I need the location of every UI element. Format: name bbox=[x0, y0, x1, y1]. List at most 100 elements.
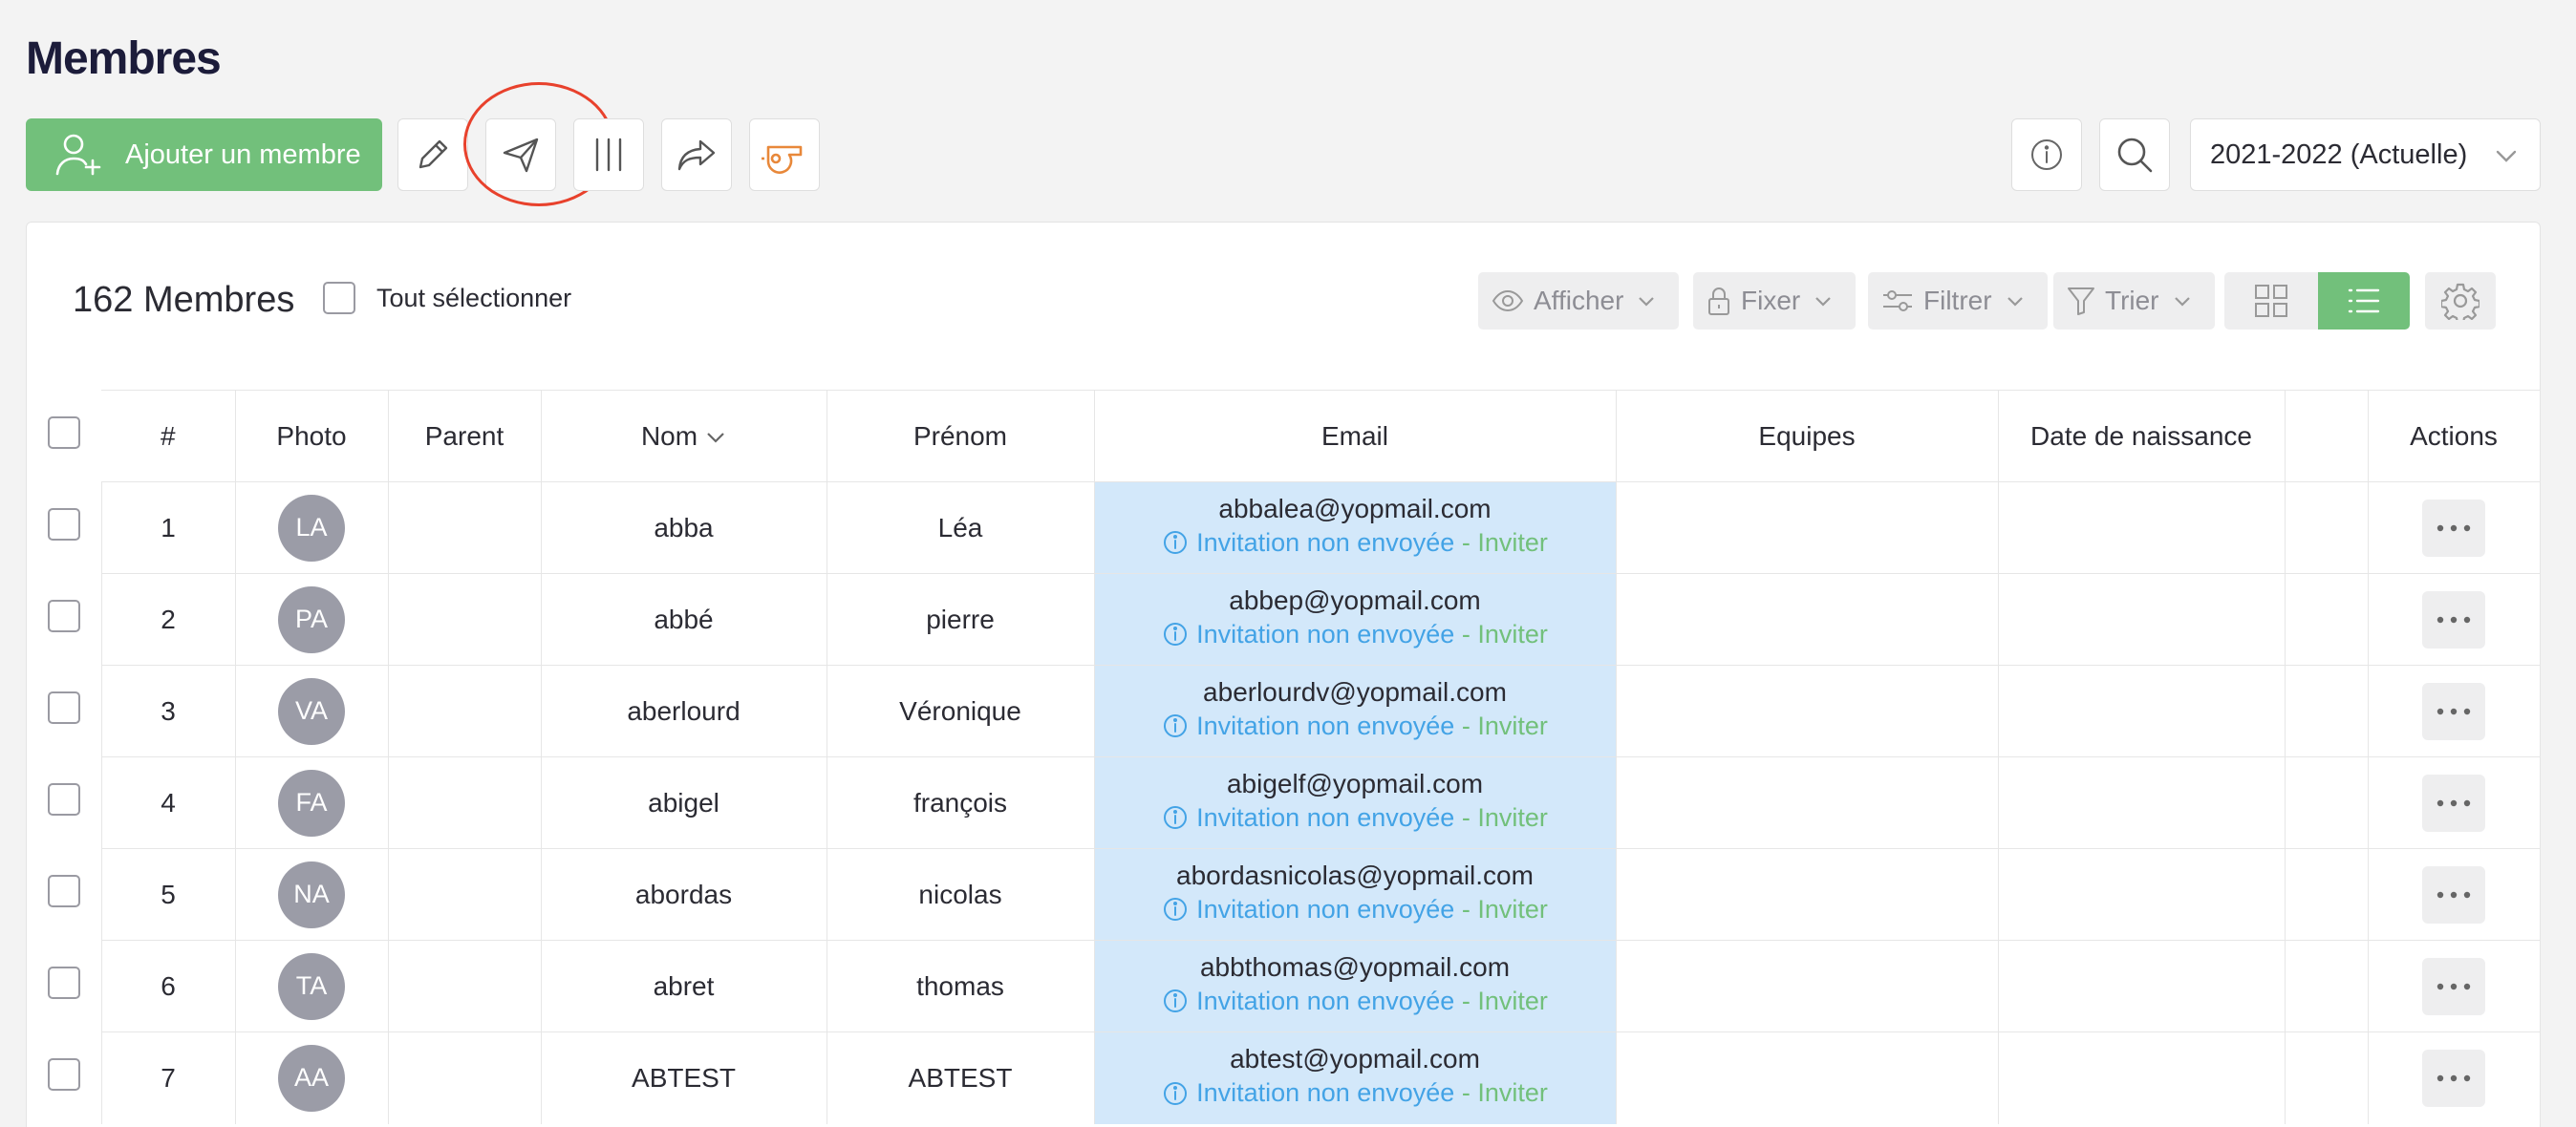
row-checkbox[interactable] bbox=[47, 967, 80, 999]
send-button[interactable] bbox=[485, 118, 556, 191]
row-checkbox[interactable] bbox=[47, 508, 80, 541]
row-parent bbox=[388, 848, 542, 941]
invite-link[interactable]: Inviter bbox=[1477, 711, 1548, 743]
columns-button[interactable] bbox=[573, 118, 644, 191]
email-address: aberlourdv@yopmail.com bbox=[1203, 676, 1507, 707]
search-button[interactable] bbox=[2099, 118, 2170, 191]
select-all[interactable]: Tout sélectionner bbox=[323, 282, 571, 314]
invite-link[interactable]: Inviter bbox=[1477, 619, 1548, 651]
avatar[interactable]: LA bbox=[278, 494, 345, 562]
header-actions: Actions bbox=[2367, 390, 2541, 482]
email-address: abtest@yopmail.com bbox=[1230, 1043, 1480, 1074]
header-nom[interactable]: Nom bbox=[541, 390, 827, 482]
row-checkbox[interactable] bbox=[47, 875, 80, 907]
info-button[interactable] bbox=[2011, 118, 2082, 191]
settings-button[interactable] bbox=[2425, 272, 2496, 330]
invitation-text: Invitation non envoyée bbox=[1196, 527, 1455, 557]
page-title: Membres bbox=[26, 33, 222, 84]
row-actions bbox=[2367, 940, 2541, 1032]
invitation-text: Invitation non envoyée bbox=[1196, 711, 1455, 740]
invitation-text: Invitation non envoyée bbox=[1196, 1077, 1455, 1107]
row-photo: AA bbox=[235, 1031, 389, 1124]
season-select[interactable]: 2021-2022 (Actuelle) bbox=[2190, 118, 2541, 191]
more-actions-button[interactable] bbox=[2422, 865, 2485, 924]
table-row[interactable]: 3 VA aberlourd Véronique aberlourdv@yopmail.… bbox=[27, 665, 2541, 757]
row-photo: VA bbox=[235, 665, 389, 757]
more-dots-icon bbox=[2436, 616, 2471, 623]
invite-link[interactable]: Inviter bbox=[1477, 1077, 1548, 1110]
row-checkbox-cell bbox=[27, 849, 101, 941]
avatar[interactable]: FA bbox=[278, 769, 345, 837]
show-dropdown[interactable]: Afficher bbox=[1478, 272, 1680, 330]
invite-link[interactable]: Inviter bbox=[1477, 527, 1548, 560]
header-parent[interactable]: Parent bbox=[388, 390, 542, 482]
header-email[interactable]: Email bbox=[1093, 390, 1617, 482]
pin-dropdown[interactable]: Fixer bbox=[1693, 272, 1857, 330]
more-dots-icon bbox=[2436, 524, 2471, 531]
edit-button[interactable] bbox=[397, 118, 468, 191]
row-photo: LA bbox=[235, 481, 389, 574]
list-view-button[interactable] bbox=[2318, 272, 2410, 330]
members-card: 162 Membres Tout sélectionner Afficher F… bbox=[26, 222, 2541, 1127]
table-row[interactable]: 6 TA abret thomas abbthomas@yopmail.com Invit… bbox=[27, 940, 2541, 1032]
more-dots-icon bbox=[2436, 891, 2471, 898]
row-nom: abigel bbox=[541, 756, 827, 849]
more-dots-icon bbox=[2436, 983, 2471, 989]
row-prenom: thomas bbox=[826, 940, 1095, 1032]
select-all-checkbox[interactable] bbox=[323, 282, 355, 314]
table-row[interactable]: 1 LA abba Léa abbalea@yopmail.com Invitation … bbox=[27, 481, 2541, 574]
row-equipes bbox=[1616, 665, 1999, 757]
whistle-button[interactable] bbox=[749, 118, 820, 191]
header-prenom[interactable]: Prénom bbox=[826, 390, 1095, 482]
row-photo: PA bbox=[235, 573, 389, 666]
member-count: 162 Membres bbox=[73, 280, 295, 320]
table-row[interactable]: 4 FA abigel françois abigelf@yopmail.com Invi… bbox=[27, 756, 2541, 849]
row-checkbox[interactable] bbox=[47, 691, 80, 724]
table-row[interactable]: 7 AA ABTEST ABTEST abtest@yopmail.com Invitat… bbox=[27, 1031, 2541, 1124]
sort-dropdown[interactable]: Trier bbox=[2053, 272, 2215, 330]
invite-link[interactable]: Inviter bbox=[1477, 986, 1548, 1018]
sort-label: Trier bbox=[2105, 286, 2159, 315]
info-icon bbox=[1164, 714, 1188, 738]
more-actions-button[interactable] bbox=[2422, 1049, 2485, 1107]
filter-dropdown[interactable]: Filtrer bbox=[1868, 272, 2048, 330]
avatar[interactable]: PA bbox=[278, 585, 345, 653]
grid-view-button[interactable] bbox=[2224, 272, 2318, 330]
row-checkbox[interactable] bbox=[47, 783, 80, 816]
more-actions-button[interactable] bbox=[2422, 774, 2485, 832]
more-actions-button[interactable] bbox=[2422, 682, 2485, 740]
row-checkbox[interactable] bbox=[47, 1058, 80, 1091]
row-photo: TA bbox=[235, 940, 389, 1032]
more-actions-button[interactable] bbox=[2422, 590, 2485, 649]
invite-link[interactable]: Inviter bbox=[1477, 894, 1548, 926]
table-row[interactable]: 5 NA abordas nicolas abordasnicolas@yopmail.… bbox=[27, 848, 2541, 941]
info-icon bbox=[1164, 531, 1188, 555]
invite-link[interactable]: Inviter bbox=[1477, 802, 1548, 835]
invitation-text: Invitation non envoyée bbox=[1196, 986, 1455, 1015]
info-icon bbox=[2031, 139, 2062, 170]
avatar[interactable]: TA bbox=[278, 952, 345, 1020]
row-equipes bbox=[1616, 940, 1999, 1032]
add-member-button[interactable]: Ajouter un membre bbox=[26, 118, 382, 191]
table-row[interactable]: 2 PA abbé pierre abbep@yopmail.com Invitation… bbox=[27, 573, 2541, 666]
more-actions-button[interactable] bbox=[2422, 957, 2485, 1015]
header-checkbox[interactable] bbox=[48, 416, 80, 449]
row-prenom: pierre bbox=[826, 573, 1095, 666]
header-equipes[interactable]: Equipes bbox=[1616, 390, 1999, 482]
lock-icon bbox=[1708, 287, 1729, 315]
row-num: 6 bbox=[100, 940, 236, 1032]
row-email: abtest@yopmail.com Invitation non envoyée… bbox=[1094, 1031, 1617, 1124]
invitation-status: Invitation non envoyée - Inviter bbox=[1162, 711, 1548, 743]
avatar[interactable]: AA bbox=[278, 1044, 345, 1112]
avatar[interactable]: NA bbox=[278, 861, 345, 928]
invitation-separator: - bbox=[1454, 986, 1478, 1015]
header-naissance[interactable]: Date de naissance bbox=[1998, 390, 2286, 482]
avatar[interactable]: VA bbox=[278, 677, 345, 745]
row-checkbox[interactable] bbox=[47, 600, 80, 632]
more-actions-button[interactable] bbox=[2422, 499, 2485, 557]
email-address: abbalea@yopmail.com bbox=[1218, 493, 1492, 523]
invitation-separator: - bbox=[1454, 527, 1478, 557]
gear-icon bbox=[2441, 283, 2479, 320]
share-button[interactable] bbox=[661, 118, 732, 191]
row-equipes bbox=[1616, 573, 1999, 666]
